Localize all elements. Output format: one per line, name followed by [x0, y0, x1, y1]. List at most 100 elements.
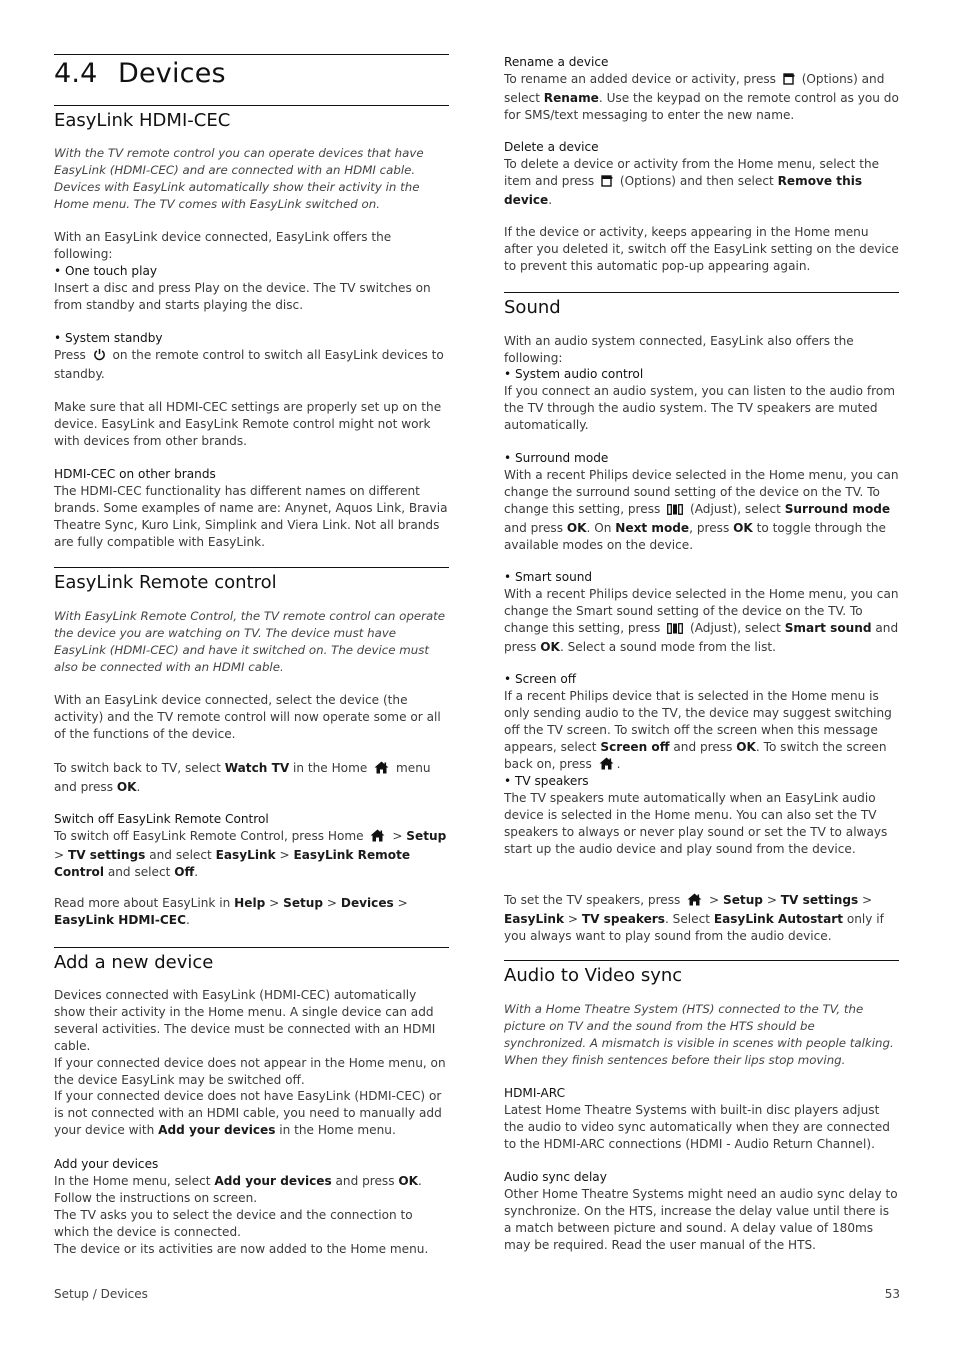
text-block: • Smart sound With a recent Philips devic… [504, 569, 899, 656]
section-header: EasyLink Remote control [54, 567, 449, 595]
ui-term: Watch TV [224, 761, 290, 775]
paragraph: With a recent Philips device selected in… [504, 586, 899, 654]
paragraph: Make sure that all HDMI-CEC settings are… [54, 400, 442, 448]
adjust-icon [667, 622, 684, 639]
text-block: With the TV remote control you can opera… [54, 145, 449, 213]
ui-term: Rename [543, 90, 599, 105]
paragraph: Insert a disc and press Play on the devi… [54, 280, 431, 312]
ui-term: OK [540, 639, 560, 654]
power-icon [93, 348, 106, 366]
chapter-number: 4.4 [54, 58, 98, 89]
ui-term: EasyLink Autostart [713, 911, 843, 926]
ui-term: OK [733, 520, 753, 535]
paragraph: Latest Home Theatre Systems with built-i… [504, 1102, 890, 1151]
options-icon [783, 73, 795, 90]
subheading: HDMI-ARC [504, 1086, 566, 1100]
section-header: Add a new device [54, 947, 449, 975]
paragraph: The TV asks you to select the device and… [54, 1207, 413, 1239]
ui-term: EasyLink HDMI-CEC [54, 912, 186, 927]
paragraph: With an EasyLink device connected, EasyL… [54, 230, 392, 261]
subheading: • One touch play [54, 264, 158, 278]
text-block: • Screen off If a recent Philips device t… [504, 671, 899, 774]
adjust-icon [667, 503, 684, 520]
ui-term: Remove this device [504, 173, 863, 207]
paragraph: With an EasyLink device connected, selec… [54, 693, 441, 741]
paragraph: To rename an added device or activity, p… [504, 71, 899, 122]
paragraph: To set the TV speakers, press > Setup > … [504, 893, 884, 943]
text-block: • One touch play Insert a disc and press … [54, 263, 449, 314]
ui-term: Next mode [615, 520, 690, 535]
ui-term: Screen off [600, 739, 670, 754]
subheading: • System standby [54, 331, 163, 345]
home-icon [370, 829, 385, 847]
paragraph: If the device or activity, keeps appeari… [504, 225, 899, 273]
text-block: • Surround mode With a recent Philips dev… [504, 450, 899, 553]
text-block: With an audio system connected, EasyLink… [504, 333, 899, 367]
text-block: If the device or activity, keeps appeari… [504, 224, 899, 275]
ui-term: Surround mode [784, 501, 891, 516]
paragraph: To switch back to TV, select Watch TV in… [54, 761, 431, 794]
intro-paragraph: With a Home Theatre System (HTS) connect… [504, 1002, 894, 1067]
text-block: Make sure that all HDMI-CEC settings are… [54, 399, 449, 450]
paragraph: Press on the remote control to switch al… [54, 347, 444, 381]
text-block: With an EasyLink device connected, selec… [54, 692, 449, 743]
text-block: If your connected device does not have E… [54, 1088, 449, 1139]
section-header: Audio to Video sync [504, 960, 899, 988]
section-title: Sound [504, 297, 561, 318]
home-icon [374, 761, 389, 779]
section-header: Sound [504, 292, 899, 320]
ui-term: EasyLink [215, 847, 276, 862]
text-block: Audio sync delay Other Home Theatre Syste… [504, 1169, 899, 1254]
section-title: Audio to Video sync [504, 965, 683, 986]
text-block: Rename a device To rename an added device… [504, 54, 899, 124]
paragraph: The TV speakers mute automatically when … [504, 790, 888, 856]
paragraph: To switch off EasyLink Remote Control, p… [54, 828, 447, 879]
subheading: Delete a device [504, 140, 599, 154]
paragraph: If your connected device does not have E… [54, 1089, 442, 1137]
paragraph: With an audio system connected, EasyLink… [504, 334, 854, 365]
ui-term: OK [398, 1173, 419, 1188]
text-block: Devices connected with EasyLink (HDMI-CE… [54, 987, 449, 1088]
section-title: Add a new device [54, 952, 214, 973]
paragraph: In the Home menu, select Add your device… [54, 1173, 422, 1205]
subheading: • Smart sound [504, 570, 593, 584]
section-header: EasyLink HDMI-CEC [54, 105, 449, 133]
text-block: With EasyLink Remote Control, the TV rem… [54, 608, 449, 676]
text-block: • System audio control If you connect an … [504, 366, 899, 434]
text-block: • TV speakers The TV speakers mute automa… [504, 773, 899, 858]
ui-term: Smart sound [784, 620, 872, 635]
paragraph: If a recent Philips device that is selec… [504, 688, 899, 775]
intro-paragraph: With EasyLink Remote Control, the TV rem… [54, 609, 446, 674]
subheading: HDMI-CEC on other brands [54, 467, 216, 481]
ui-term: Setup [723, 893, 763, 907]
paragraph: The device or its activities are now add… [54, 1241, 429, 1256]
subheading: Add your devices [54, 1157, 159, 1171]
subheading: Rename a device [504, 55, 609, 69]
ui-term: Setup [406, 828, 447, 843]
ui-term: Off [174, 864, 195, 879]
ui-term: Help [234, 896, 266, 910]
subheading: • Surround mode [504, 451, 609, 465]
options-icon [601, 175, 613, 192]
paragraph: To delete a device or activity from the … [504, 156, 880, 207]
text-block: To switch back to TV, select Watch TV in… [54, 760, 449, 796]
ui-term: EasyLink [504, 911, 565, 926]
paragraph: The HDMI-CEC functionality has different… [54, 483, 448, 549]
subheading: Switch off EasyLink Remote Control [54, 812, 269, 826]
ui-term: OK [116, 779, 137, 794]
text-block: • System standby Press on the remote cont… [54, 330, 449, 383]
ui-term: TV settings [67, 847, 146, 862]
ui-term: Setup [283, 896, 324, 910]
home-icon [599, 757, 614, 775]
chapter-title: 4.4 Devices [54, 58, 226, 89]
chapter-rule [54, 54, 449, 55]
text-block: Switch off EasyLink Remote Control To swi… [54, 811, 449, 881]
text-block: With a Home Theatre System (HTS) connect… [504, 1001, 899, 1069]
ui-term: Add your devices [214, 1173, 332, 1188]
ui-term: OK [566, 520, 587, 535]
ui-term: TV settings [780, 893, 859, 907]
ui-term: TV speakers [581, 911, 665, 926]
text-block: Add your devices In the Home menu, select… [54, 1156, 449, 1257]
page-number: 53 [884, 1287, 900, 1301]
subheading: • TV speakers [504, 774, 589, 788]
